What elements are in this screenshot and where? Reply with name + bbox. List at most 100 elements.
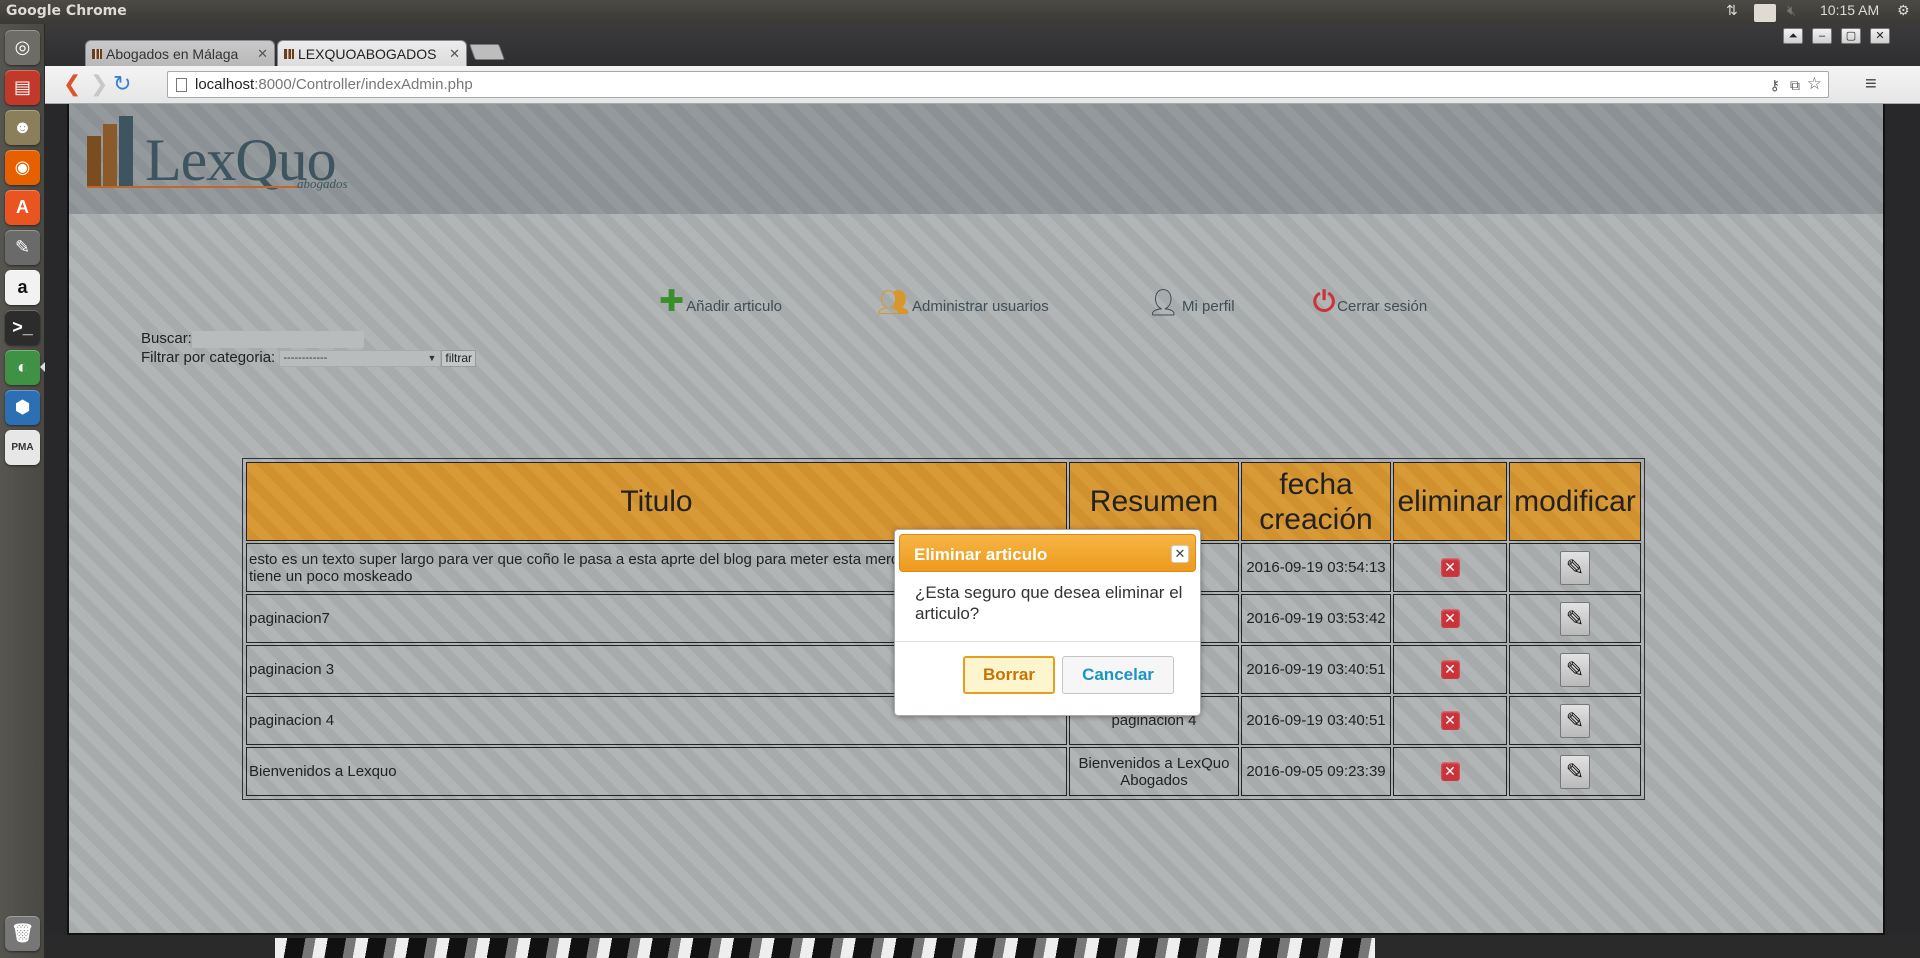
edit-pencil-icon[interactable]: ✎ [1560, 754, 1590, 789]
pma-icon[interactable]: PMA [5, 430, 40, 465]
address-bar[interactable]: localhost:8000/Controller/indexAdmin.php… [167, 71, 1829, 98]
my-profile-label: Mi perfil [1182, 298, 1235, 315]
logout-label: Cerrar sesión [1337, 298, 1428, 315]
row-delete-cell: ✕ [1393, 696, 1507, 745]
url-path: :8000/Controller/indexAdmin.php [254, 76, 473, 93]
virtualbox-icon[interactable]: ⬢ [5, 390, 40, 425]
software-center-icon[interactable]: A [5, 190, 40, 225]
desktop-wallpaper [275, 938, 1375, 958]
window-maximize-button[interactable]: ▢ [1841, 28, 1861, 44]
tab-lexquo-admin[interactable]: LEXQUOABOGADOS ✕ [277, 40, 467, 66]
menu-icon[interactable]: ≡ [1865, 73, 1877, 95]
chevron-down-icon: ▼ [427, 352, 437, 363]
keyboard-layout-indicator[interactable]: Es [1754, 4, 1777, 22]
tab-label: Abogados en Málaga [106, 46, 239, 62]
lexquo-favicon-icon [92, 49, 102, 59]
manage-users-link[interactable]: 👥︎ Administrar usuarios [877, 289, 1049, 315]
row-edit-cell: ✎ [1509, 543, 1641, 592]
category-selected-value: ------------ [283, 351, 328, 364]
amazon-icon[interactable]: a [5, 270, 40, 305]
user-icon: 👤︎ [1147, 287, 1181, 317]
bookmark-star-icon[interactable]: ☆ [1807, 74, 1822, 94]
search-area: Buscar: Filtrar por categoria: ---------… [141, 329, 477, 367]
system-settings-icon[interactable]: ✎ [5, 230, 40, 265]
logout-link[interactable]: ⏻ Cerrar sesión [1313, 286, 1428, 317]
logo-subtitle: abogados [297, 176, 348, 191]
confirm-delete-button[interactable]: Borrar [963, 656, 1055, 694]
tab-abogados[interactable]: Abogados en Málaga ✕ [85, 40, 275, 66]
delete-icon[interactable]: ✕ [1440, 711, 1460, 730]
edit-pencil-icon[interactable]: ✎ [1560, 601, 1590, 636]
cancel-button[interactable]: Cancelar [1062, 656, 1174, 694]
my-profile-link[interactable]: 👤︎ Mi perfil [1147, 289, 1235, 315]
users-icon: 👥︎ [877, 287, 911, 317]
row-delete-cell: ✕ [1393, 594, 1507, 643]
delete-icon[interactable]: ✕ [1440, 609, 1460, 628]
row-delete-cell: ✕ [1393, 543, 1507, 592]
filter-button[interactable]: filtrar [441, 349, 477, 367]
network-icon[interactable]: ⇅ [1726, 2, 1738, 19]
row-delete-cell: ✕ [1393, 645, 1507, 694]
volume-muted-icon[interactable]: 🔇︎ [1787, 2, 1796, 19]
reload-icon[interactable]: ↻ [113, 73, 131, 95]
edit-pencil-icon[interactable]: ✎ [1560, 703, 1590, 738]
desktop-background-strip [45, 935, 1920, 958]
edit-pencil-icon[interactable]: ✎ [1560, 550, 1590, 585]
chrome-icon[interactable]: ◐ [5, 350, 40, 385]
close-icon[interactable]: ✕ [449, 46, 460, 62]
window-minimize-button[interactable]: – [1812, 28, 1832, 44]
trash-icon[interactable]: 🗑︎ [5, 916, 40, 951]
delete-icon[interactable]: ✕ [1440, 762, 1460, 781]
table-row: Bienvenidos a Lexquo Bienvenidos a LexQu… [246, 747, 1641, 796]
close-icon[interactable]: ✕ [1171, 545, 1189, 563]
key-icon[interactable]: ⚷ [1770, 77, 1780, 94]
clock[interactable]: 10:15 AM [1820, 2, 1879, 18]
dash-home-icon[interactable]: ◎ [5, 30, 40, 65]
power-icon: ⏻ [1313, 286, 1336, 317]
row-edit-cell: ✎ [1509, 747, 1641, 796]
header-delete: eliminar [1393, 462, 1507, 541]
translate-icon[interactable]: ⧉ [1790, 77, 1800, 94]
row-edit-cell: ✎ [1509, 696, 1641, 745]
manage-users-label: Administrar usuarios [912, 298, 1049, 315]
delete-icon[interactable]: ✕ [1440, 558, 1460, 577]
new-tab-button[interactable] [469, 44, 505, 60]
page-icon [176, 78, 187, 92]
plus-icon: ✚ [659, 285, 685, 318]
delete-confirm-dialog: Eliminar articulo ✕ ¿Esta seguro que des… [894, 529, 1201, 716]
search-input[interactable] [191, 330, 364, 348]
row-title: Bienvenidos a Lexquo [246, 747, 1067, 796]
files-icon[interactable]: ▤ [5, 70, 40, 105]
add-article-link[interactable]: ✚ Añadir articulo [659, 285, 782, 318]
window-restore-up-button[interactable]: ⏶ [1783, 28, 1803, 44]
dialog-divider [895, 641, 1200, 642]
lexquo-logo[interactable]: LexQuo abogados [87, 116, 357, 196]
gear-icon[interactable]: ⚙ [1897, 2, 1910, 19]
close-icon[interactable]: ✕ [257, 46, 268, 62]
search-label: Buscar: [141, 330, 192, 347]
tab-label: LEXQUOABOGADOS [298, 46, 437, 62]
browser-window: Abogados en Málaga ✕ LEXQUOABOGADOS ✕ ⏶ … [45, 24, 1920, 958]
terminal-icon[interactable]: >_ [5, 310, 40, 345]
forward-arrow-icon[interactable]: ❯ [90, 73, 108, 95]
lexquo-favicon-icon [284, 49, 294, 59]
row-date: 2016-09-19 03:40:51 [1241, 645, 1391, 694]
header-edit: modificar [1509, 462, 1641, 541]
delete-icon[interactable]: ✕ [1440, 660, 1460, 679]
tab-bar: Abogados en Málaga ✕ LEXQUOABOGADOS ✕ ⏶ … [45, 24, 1920, 66]
category-select[interactable]: ------------ ▼ [279, 349, 442, 367]
row-edit-cell: ✎ [1509, 645, 1641, 694]
logo-underline [87, 186, 299, 188]
browser-toolbar: ❮ ❯ ↻ localhost:8000/Controller/indexAdm… [45, 66, 1920, 104]
active-app-title: Google Chrome [6, 3, 127, 19]
gimp-icon[interactable]: ☻ [5, 110, 40, 145]
row-summary: Bienvenidos a LexQuo Abogados [1069, 747, 1239, 796]
category-filter-label: Filtrar por categoria: [141, 349, 276, 366]
dialog-message: ¿Esta seguro que desea eliminar el artic… [915, 583, 1183, 623]
window-close-button[interactable]: ✕ [1870, 28, 1890, 44]
edit-pencil-icon[interactable]: ✎ [1560, 652, 1590, 687]
firefox-icon[interactable]: ◉ [5, 150, 40, 185]
dialog-header[interactable]: Eliminar articulo ✕ [899, 534, 1196, 572]
dialog-title: Eliminar articulo [914, 545, 1048, 564]
back-arrow-icon[interactable]: ❮ [63, 73, 81, 95]
